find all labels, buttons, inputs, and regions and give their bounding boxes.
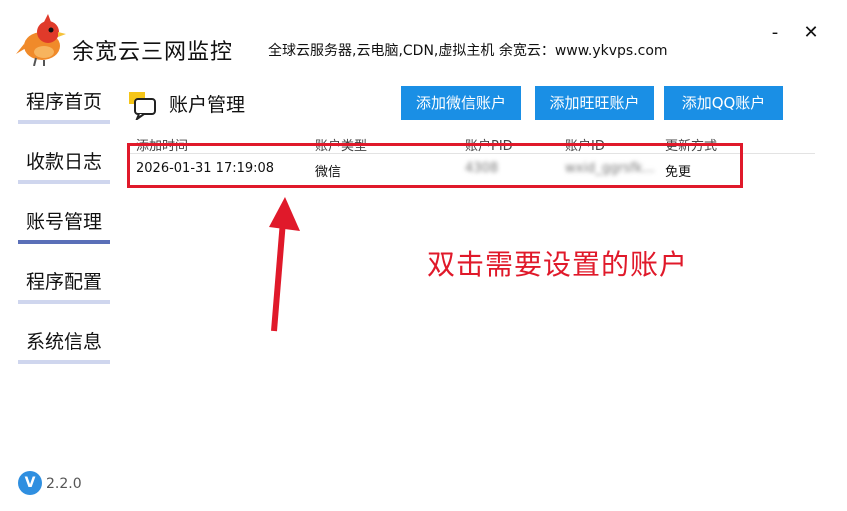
sidebar-item-program-config[interactable]: 程序配置 <box>18 264 110 304</box>
chat-bubble-icon <box>129 92 156 120</box>
close-button[interactable]: ✕ <box>798 20 824 46</box>
sidebar-item-system-info[interactable]: 系统信息 <box>18 324 110 364</box>
arrow-up-icon <box>269 197 300 332</box>
app-slogan: 全球云服务器,云电脑,CDN,虚拟主机 余宽云：www.ykvps.com <box>268 43 668 59</box>
minimize-button[interactable]: - <box>762 20 788 46</box>
bird-logo-icon <box>16 14 66 66</box>
sidebar-item-account-management[interactable]: 账号管理 <box>18 204 110 244</box>
title-bar: 余宽云三网监控 全球云服务器,云电脑,CDN,虚拟主机 余宽云：www.ykvp… <box>0 0 847 80</box>
add-qq-account-button[interactable]: 添加QQ账户 <box>664 86 783 120</box>
add-wangwang-account-button[interactable]: 添加旺旺账户 <box>535 86 654 120</box>
add-wechat-account-button[interactable]: 添加微信账户 <box>401 86 521 120</box>
app-title: 余宽云三网监控 <box>72 40 234 65</box>
instruction-text: 双击需要设置的账户 <box>427 248 689 281</box>
version-number: 2.2.0 <box>46 476 82 492</box>
highlight-box <box>127 143 743 188</box>
version-icon: V <box>18 471 42 495</box>
sidebar: 程序首页 收款日志 账号管理 程序配置 系统信息 <box>18 84 110 384</box>
page-title: 账户管理 <box>169 94 246 116</box>
sidebar-item-home[interactable]: 程序首页 <box>18 84 110 124</box>
sidebar-item-payment-log[interactable]: 收款日志 <box>18 144 110 184</box>
